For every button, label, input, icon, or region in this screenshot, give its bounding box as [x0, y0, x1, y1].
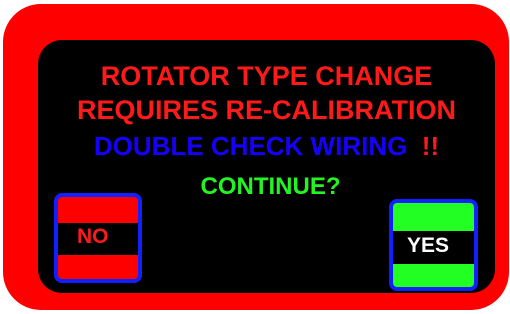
- no-button-label: NO: [77, 225, 109, 248]
- warning-line-wiring: DOUBLE CHECK WIRING !!: [38, 131, 495, 162]
- yes-button[interactable]: YES: [389, 199, 478, 291]
- wiring-text: DOUBLE CHECK WIRING: [93, 131, 408, 161]
- dialog-screen: ROTATOR TYPE CHANGE REQUIRES RE-CALIBRAT…: [38, 40, 495, 293]
- no-button[interactable]: NO: [54, 193, 142, 283]
- device-frame: ROTATOR TYPE CHANGE REQUIRES RE-CALIBRAT…: [3, 4, 509, 310]
- warning-line-rotator-type: ROTATOR TYPE CHANGE: [100, 61, 433, 91]
- yes-button-label: YES: [407, 234, 450, 257]
- warning-line-recalibration: REQUIRES RE-CALIBRATION: [76, 95, 456, 125]
- exclamation-marks: !!: [421, 131, 440, 161]
